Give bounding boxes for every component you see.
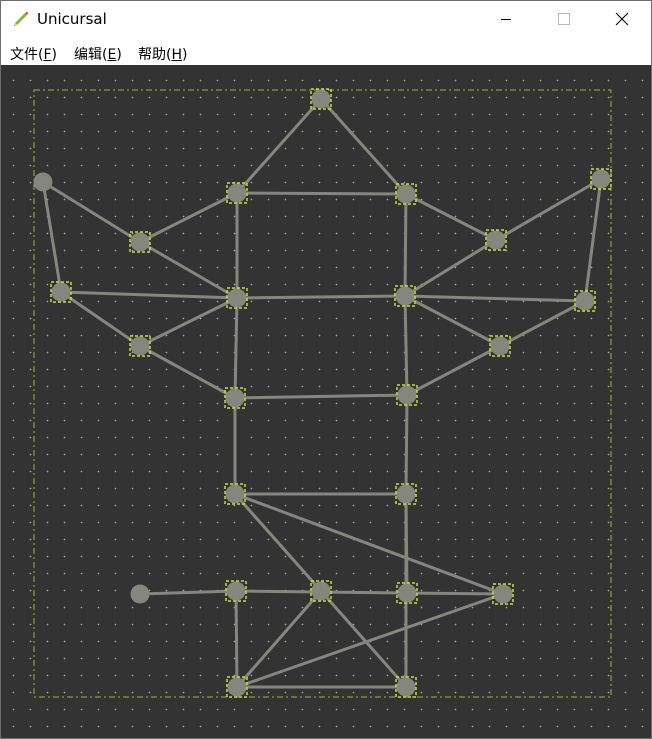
graph-edge[interactable] [403,294,409,397]
graph-edge[interactable] [498,299,587,348]
menu-file[interactable]: 文件(F) [10,44,57,64]
canvas-boundary [33,89,612,698]
graph-edge[interactable] [235,97,323,195]
graph-node[interactable] [33,172,53,192]
graph-canvas[interactable] [1,65,651,738]
graph-edge[interactable] [233,296,239,400]
graph-node-dot[interactable] [130,336,150,356]
graph-node-dot[interactable] [225,484,245,504]
graph-node[interactable] [590,168,612,190]
graph-drawing[interactable] [1,65,651,738]
graph-node-dot[interactable] [311,89,331,109]
graph-edge[interactable] [319,589,408,689]
title-bar[interactable]: Unicursal [1,1,651,37]
graph-node[interactable] [485,229,507,251]
maximize-button[interactable] [535,1,593,37]
graph-node-dot[interactable] [395,286,415,306]
graph-edge[interactable] [494,177,603,242]
graph-node[interactable] [574,290,596,312]
graph-node-dot[interactable] [227,288,247,308]
graph-edge[interactable] [404,393,409,496]
graph-edge[interactable] [319,97,408,196]
graph-node-dot[interactable] [227,183,247,203]
graph-node-dot[interactable] [397,583,417,603]
app-window: Unicursal 文件(F) 编辑(E) 帮助(H) [0,0,652,739]
graph-node-dot[interactable] [227,677,247,697]
graph-node[interactable] [396,582,418,604]
graph-edge[interactable] [138,589,238,596]
graph-node[interactable] [224,387,246,409]
pencil-icon [14,11,29,26]
menu-edit[interactable]: 编辑(E) [74,44,122,64]
graph-node-dot[interactable] [591,169,611,189]
minimize-button[interactable] [477,1,535,37]
window-title: Unicursal [37,10,107,28]
graph-node-dot[interactable] [226,581,246,601]
minimize-icon [501,19,511,20]
graph-node-dot[interactable] [486,230,506,250]
graph-edge[interactable] [59,290,142,348]
menu-edit-label-end: ) [116,47,122,63]
menu-edit-label: 编辑( [74,47,108,63]
graph-node[interactable] [489,335,511,357]
graph-node[interactable] [226,287,248,309]
graph-edge[interactable] [138,296,239,348]
graph-node[interactable] [50,281,72,303]
graph-node[interactable] [394,285,416,307]
graph-edge[interactable] [138,191,239,244]
graph-edge[interactable] [403,238,498,298]
menu-bar: 文件(F) 编辑(E) 帮助(H) [1,39,651,65]
graph-node-dot[interactable] [490,336,510,356]
graph-node-dot[interactable] [51,282,71,302]
graph-node[interactable] [396,384,418,406]
graph-node-dot[interactable] [396,184,416,204]
menu-file-label-end: ) [51,47,57,63]
graph-node-dot[interactable] [33,172,53,192]
graph-node-dot[interactable] [396,484,416,504]
graph-node-dot[interactable] [130,232,150,252]
graph-edge[interactable] [403,294,502,348]
graph-edge[interactable] [404,192,498,242]
close-button[interactable] [593,1,651,37]
menu-help-label-end: ) [182,47,188,63]
menu-file-label: 文件( [10,47,44,63]
graph-node-dot[interactable] [311,581,331,601]
graph-edge[interactable] [59,290,239,300]
graph-edge[interactable] [403,192,408,298]
graph-edge[interactable] [233,393,409,400]
graph-node-dot[interactable] [493,584,513,604]
graph-edge[interactable] [405,344,502,397]
menu-help[interactable]: 帮助(H) [138,44,187,64]
graph-edge[interactable] [233,492,505,596]
graph-node[interactable] [225,580,247,602]
menu-help-label: 帮助( [138,47,172,63]
graph-edge[interactable] [138,240,239,300]
graph-node-dot[interactable] [397,385,417,405]
graph-edge[interactable] [403,294,587,303]
graph-edge[interactable] [405,591,505,596]
menu-file-mnemonic: F [43,47,52,63]
maximize-icon [558,13,570,25]
graph-node[interactable] [130,584,150,604]
graph-edge[interactable] [235,294,407,300]
graph-node-dot[interactable] [575,291,595,311]
graph-edge[interactable] [235,191,408,196]
graph-node[interactable] [129,335,151,357]
graph-edge[interactable] [41,180,142,244]
graph-node[interactable] [395,483,417,505]
graph-node-dot[interactable] [225,388,245,408]
graph-edge[interactable] [583,177,603,303]
graph-node-dot[interactable] [396,677,416,697]
graph-edge[interactable] [138,344,237,400]
graph-node[interactable] [492,583,514,605]
graph-edge[interactable] [41,180,63,294]
close-icon [615,12,629,26]
graph-edge[interactable] [234,589,239,689]
graph-node-dot[interactable] [130,584,150,604]
menu-help-mnemonic: H [171,47,182,63]
menu-edit-mnemonic: E [107,47,117,63]
graph-node[interactable] [129,231,151,253]
